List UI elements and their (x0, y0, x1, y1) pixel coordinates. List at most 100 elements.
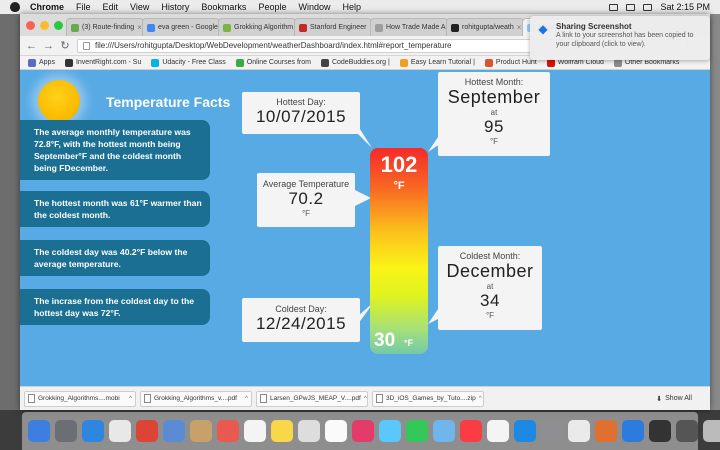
dock-app-icon[interactable] (649, 420, 671, 442)
file-icon (376, 394, 383, 403)
browser-tab[interactable]: How Trade Made A× (370, 18, 448, 36)
fact-card-month-difference: The hottest month was 61°F warmer than t… (20, 191, 210, 228)
dock-app-icon[interactable] (298, 420, 320, 442)
dock-app-icon[interactable] (433, 420, 455, 442)
bookmark-favicon-icon (64, 58, 73, 67)
browser-tab[interactable]: (3) Route-finding × (66, 18, 144, 36)
dock-app-icon[interactable] (136, 420, 158, 442)
dock-app-icon[interactable] (379, 420, 401, 442)
dock-app-icon[interactable] (460, 420, 482, 442)
download-item[interactable]: Larsen_GPwJS_MEAP_V....pdf ^ (256, 390, 368, 407)
download-shelf: Grokking_Algorithms....mobi ^ Grokking_Al… (20, 386, 710, 410)
dock-app-icon[interactable] (217, 420, 239, 442)
dock-app-icon[interactable] (55, 420, 77, 442)
tabs: (3) Route-finding×eva green - Google×Gro… (66, 18, 600, 36)
menu-people[interactable]: People (258, 2, 286, 12)
download-item[interactable]: Grokking_Algorithms....mobi ^ (24, 390, 136, 407)
browser-tab[interactable]: Stanford Engineer× (294, 18, 372, 36)
mac-dock (22, 412, 720, 450)
menu-window[interactable]: Window (298, 2, 330, 12)
close-window-button[interactable] (26, 21, 35, 30)
browser-tab[interactable]: Grokking Algorithm× (218, 18, 296, 36)
apple-icon[interactable] (10, 2, 20, 12)
download-filename: Grokking_Algorithms_v....pdf (154, 395, 237, 402)
wifi-icon[interactable] (626, 3, 636, 11)
thermometer-min-unit: °F (404, 338, 414, 348)
dock-app-icon[interactable] (487, 420, 509, 442)
menu-bookmarks[interactable]: Bookmarks (201, 2, 246, 12)
reload-icon[interactable]: ↻ (60, 39, 70, 52)
dock-app-icon[interactable] (514, 420, 536, 442)
browser-tab[interactable]: rohitgupta/weath × (446, 18, 524, 36)
show-all-downloads-button[interactable]: ⬇ Show All (656, 395, 692, 403)
screenshot-notification[interactable]: ◆ Sharing Screenshot A link to your scre… (530, 16, 710, 60)
window-controls (26, 21, 63, 30)
dock-app-icon[interactable] (622, 420, 644, 442)
dock-app-icon[interactable] (190, 420, 212, 442)
dock-app-icon[interactable] (676, 420, 698, 442)
download-filename: Grokking_Algorithms....mobi (38, 395, 120, 402)
menu-clock[interactable]: Sat 2:15 PM (660, 2, 710, 12)
bookmark-item[interactable]: Udacity - Free Class (151, 58, 226, 67)
tab-close-icon[interactable]: × (517, 23, 522, 32)
dock-app-icon[interactable] (82, 420, 104, 442)
dropbox-icon[interactable] (609, 3, 619, 11)
page-title: Temperature Facts (106, 94, 231, 110)
tab-label: rohitgupta/weath (462, 24, 514, 31)
tab-favicon-icon (223, 23, 231, 32)
chevron-up-icon[interactable]: ^ (245, 395, 248, 402)
zoom-window-button[interactable] (54, 21, 63, 30)
average-temp-callout: Average Temperature 70.2 °F (257, 173, 355, 227)
menu-file[interactable]: File (76, 2, 91, 12)
dock-app-icon[interactable] (244, 420, 266, 442)
bookmark-favicon-icon (484, 58, 493, 67)
menu-app-name[interactable]: Chrome (30, 2, 64, 12)
minimize-window-button[interactable] (40, 21, 49, 30)
bookmark-item[interactable]: Online Courses from (235, 58, 311, 67)
bookmark-favicon-icon (399, 58, 408, 67)
bookmark-item[interactable]: Apps (28, 58, 55, 67)
bookmark-item[interactable]: CodeBuddies.org | (320, 58, 390, 67)
address-url[interactable]: file:///Users/rohitgupta/Desktop/WebDeve… (95, 41, 451, 50)
tab-favicon-icon (147, 23, 155, 32)
tab-label: Stanford Engineer (310, 24, 367, 31)
dock-app-icon[interactable] (352, 420, 374, 442)
dock-app-icon[interactable] (406, 420, 428, 442)
bookmark-label: Easy Learn Tutorial | (410, 59, 475, 66)
dock-app-icon[interactable] (109, 420, 131, 442)
hottest-month-at: at (490, 108, 498, 117)
battery-icon[interactable] (643, 3, 653, 11)
tab-favicon-icon (299, 23, 307, 32)
dock-app-icon[interactable] (163, 420, 185, 442)
menu-history[interactable]: History (161, 2, 189, 12)
dock-app-icon[interactable] (28, 420, 50, 442)
chevron-up-icon[interactable]: ^ (479, 395, 482, 402)
coldest-month-label: Coldest Month: (459, 251, 521, 261)
back-arrow-icon[interactable]: ← (26, 40, 37, 52)
browser-tab[interactable]: eva green - Google× (142, 18, 220, 36)
menu-edit[interactable]: Edit (103, 2, 119, 12)
forward-arrow-icon[interactable]: → (43, 40, 54, 52)
download-filename: Larsen_GPwJS_MEAP_V....pdf (270, 395, 361, 402)
download-item[interactable]: Grokking_Algorithms_v....pdf ^ (140, 390, 252, 407)
hottest-day-value: 10/07/2015 (255, 107, 347, 126)
dock-app-icon[interactable] (325, 420, 347, 442)
bookmark-item[interactable]: Product Hunt (484, 58, 537, 67)
dock-app-icon[interactable] (595, 420, 617, 442)
fact-card-average: The average monthly temperature was 72.8… (20, 120, 210, 181)
bookmark-item[interactable]: Easy Learn Tutorial | (399, 58, 475, 67)
menu-help[interactable]: Help (342, 2, 361, 12)
average-temp-unit: °F (301, 209, 311, 218)
dock-app-icon[interactable] (541, 420, 563, 442)
bookmark-label: Apps (39, 59, 55, 66)
coldest-month-value: December (446, 261, 534, 281)
tab-label: eva green - Google (158, 24, 218, 31)
download-item[interactable]: 3D_iOS_Games_by_Tuto....zip ^ (372, 390, 484, 407)
chevron-up-icon[interactable]: ^ (364, 395, 367, 402)
chevron-up-icon[interactable]: ^ (129, 395, 132, 402)
dock-app-icon[interactable] (703, 420, 720, 442)
menu-view[interactable]: View (130, 2, 149, 12)
dock-app-icon[interactable] (568, 420, 590, 442)
dock-app-icon[interactable] (271, 420, 293, 442)
bookmark-item[interactable]: InventRight.com - Su (64, 58, 141, 67)
